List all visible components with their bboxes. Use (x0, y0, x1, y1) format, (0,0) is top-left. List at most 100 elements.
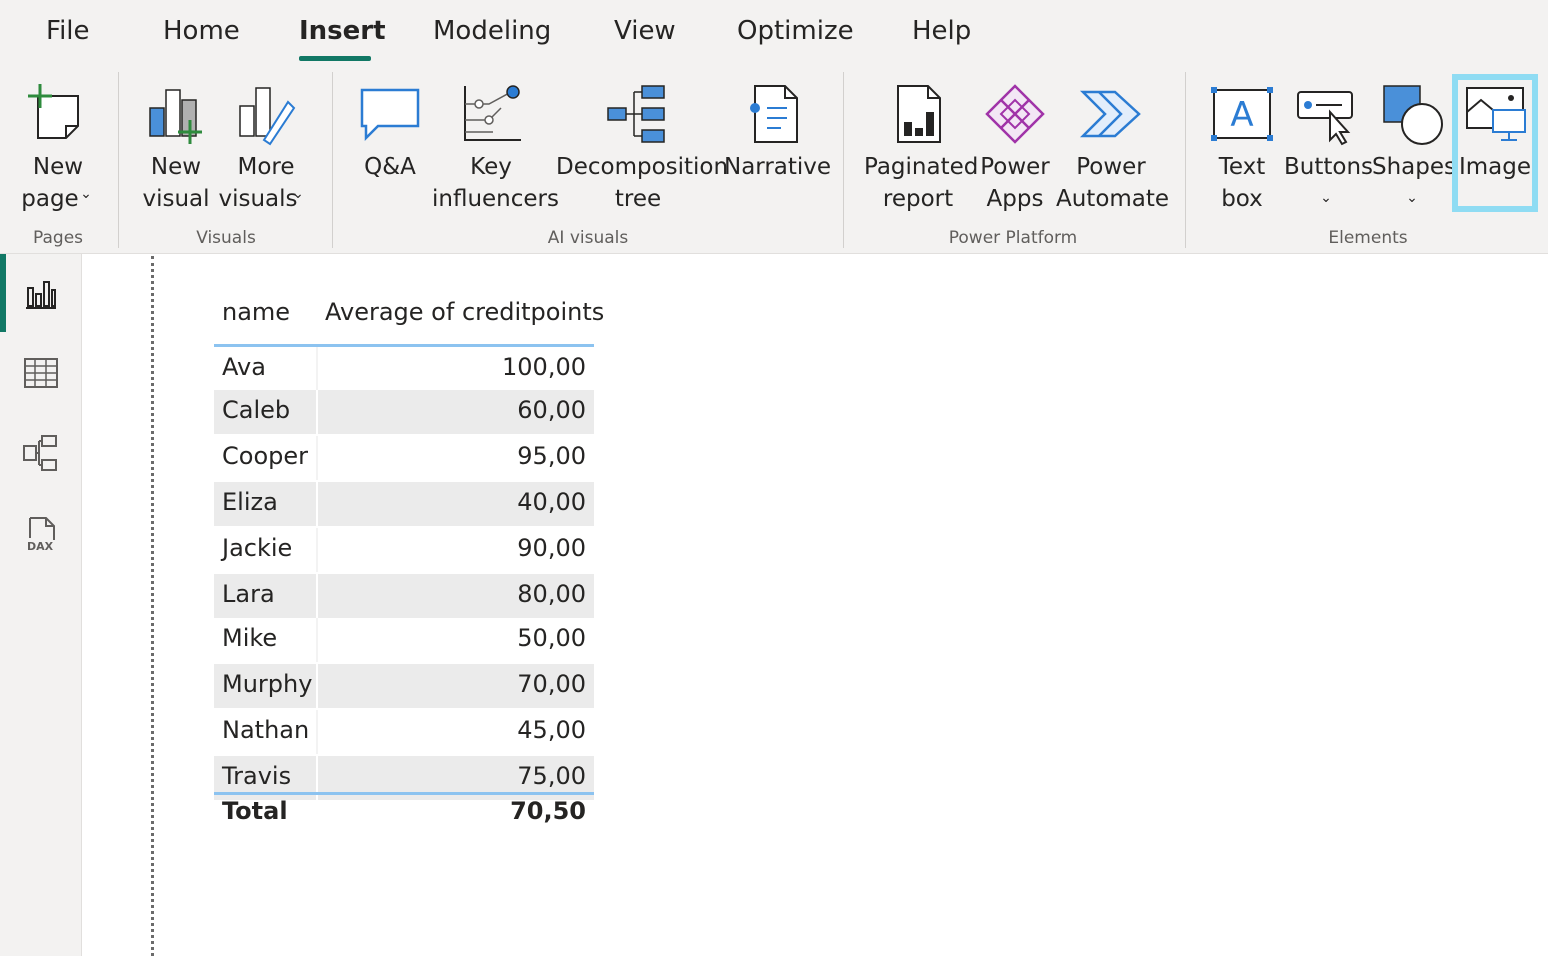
column-header-name[interactable]: name (222, 298, 290, 326)
column-divider (316, 390, 318, 434)
table-row[interactable]: Eliza 40,00 (214, 482, 594, 526)
cell-name: Caleb (222, 396, 291, 424)
power-apps-icon (985, 84, 1045, 144)
tab-home[interactable]: Home (163, 16, 240, 46)
total-value: 70,50 (510, 797, 586, 825)
active-view-indicator (0, 254, 6, 332)
cell-name: Cooper (222, 442, 308, 470)
qa-label: Q&A (364, 154, 416, 180)
more-visuals-label-2: visuals (218, 186, 298, 212)
table-row[interactable]: Cooper 95,00 (214, 436, 594, 480)
text-box-button[interactable]: A Text box (1204, 68, 1280, 218)
dax-query-icon: DAX (27, 517, 55, 553)
buttons-icon (1297, 91, 1353, 146)
chevron-down-icon: ⌄ (1406, 190, 1418, 206)
group-label-ai-visuals: AI visuals (547, 228, 629, 248)
total-divider (214, 792, 594, 795)
key-influencers-label-1: Key (470, 154, 512, 180)
power-automate-label-1: Power (1076, 154, 1146, 180)
decomposition-tree-label-2: tree (614, 186, 662, 212)
dax-label: DAX (27, 540, 54, 553)
cell-average-creditpoints: 75,00 (517, 762, 586, 790)
cell-average-creditpoints: 100,00 (502, 353, 586, 381)
new-page-button[interactable]: New page ⌄ (10, 68, 106, 218)
text-box-label-1: Text (1218, 154, 1266, 180)
shapes-button[interactable]: Shapes ⌄ (1372, 68, 1457, 218)
cell-name: Nathan (222, 716, 310, 744)
new-visual-button[interactable]: New visual (134, 68, 218, 218)
buttons-button[interactable]: Buttons ⌄ (1284, 68, 1374, 218)
power-apps-label-1: Power (980, 154, 1050, 180)
ribbon-separator (843, 72, 844, 248)
qa-button[interactable]: Q&A (350, 68, 430, 218)
power-automate-button[interactable]: Power Automate (1056, 68, 1169, 218)
active-tab-indicator (299, 56, 371, 61)
ribbon-separator (332, 72, 333, 248)
report-view-icon (26, 281, 56, 309)
ribbon-separator (118, 72, 119, 248)
buttons-label: Buttons (1284, 154, 1374, 180)
cell-name: Murphy (222, 670, 313, 698)
table-row[interactable]: Nathan 45,00 (214, 710, 594, 754)
chevron-down-icon: ⌄ (80, 186, 92, 202)
new-visual-icon (149, 89, 202, 144)
power-apps-button[interactable]: Power Apps (976, 68, 1054, 218)
shapes-label: Shapes (1372, 154, 1457, 180)
text-box-label-2: box (1221, 186, 1263, 212)
decomposition-tree-label-1: Decomposition (556, 154, 729, 180)
key-influencers-button[interactable]: Key influencers (432, 68, 559, 218)
decomposition-tree-button[interactable]: Decomposition tree (556, 68, 729, 218)
key-influencers-label-2: influencers (432, 186, 559, 212)
chevron-down-icon: ⌄ (292, 186, 304, 202)
table-row[interactable]: Jackie 90,00 (214, 528, 594, 572)
column-divider (316, 574, 318, 618)
column-divider (316, 347, 318, 391)
column-divider (316, 664, 318, 708)
cell-name: Mike (222, 624, 278, 652)
ribbon: New page ⌄ Pages New visual More visuals… (0, 68, 1548, 254)
cell-average-creditpoints: 50,00 (517, 624, 586, 652)
group-label-visuals: Visuals (196, 228, 256, 248)
table-row[interactable]: Lara 80,00 (214, 574, 594, 618)
dax-query-view-button[interactable]: DAX (0, 496, 82, 574)
tab-modeling[interactable]: Modeling (433, 16, 551, 46)
table-view-icon (24, 358, 58, 388)
more-visuals-button[interactable]: More visuals ⌄ (218, 68, 312, 218)
view-switcher: DAX (0, 254, 82, 956)
cell-average-creditpoints: 45,00 (517, 716, 586, 744)
tab-help[interactable]: Help (912, 16, 971, 46)
chevron-down-icon: ⌄ (1320, 190, 1332, 206)
decomposition-tree-icon (607, 85, 665, 143)
paginated-report-label-1: Paginated (864, 154, 979, 180)
cell-average-creditpoints: 70,00 (517, 670, 586, 698)
table-row[interactable]: Mike 50,00 (214, 618, 594, 662)
narrative-button[interactable]: Narrative (724, 68, 832, 218)
table-row[interactable]: Murphy 70,00 (214, 664, 594, 708)
column-divider (316, 482, 318, 526)
table-view-button[interactable] (0, 334, 82, 412)
group-label-elements: Elements (1328, 228, 1408, 248)
power-apps-label-2: Apps (986, 186, 1044, 212)
speech-bubble-icon (360, 88, 420, 142)
tab-file[interactable]: File (46, 16, 90, 46)
narrative-label: Narrative (724, 154, 832, 180)
new-page-label-1: New (32, 154, 84, 180)
svg-text:A: A (1230, 95, 1253, 135)
more-visuals-icon (239, 87, 296, 146)
report-view-button[interactable] (0, 254, 82, 332)
paginated-report-icon (897, 85, 941, 143)
group-label-power-platform: Power Platform (948, 228, 1078, 248)
tab-optimize[interactable]: Optimize (737, 16, 854, 46)
column-divider (316, 618, 318, 662)
paginated-report-button[interactable]: Paginated report (864, 68, 979, 218)
table-row[interactable]: Ava 100,00 (214, 347, 594, 391)
ribbon-separator (1185, 72, 1186, 248)
tab-view[interactable]: View (614, 16, 676, 46)
cell-name: Jackie (222, 534, 293, 562)
new-visual-label-1: New (150, 154, 202, 180)
table-row[interactable]: Caleb 60,00 (214, 390, 594, 434)
paginated-report-label-2: report (882, 186, 954, 212)
model-view-button[interactable] (0, 414, 82, 492)
tab-insert[interactable]: Insert (299, 16, 386, 46)
column-header-average-creditpoints[interactable]: Average of creditpoints (325, 298, 604, 326)
